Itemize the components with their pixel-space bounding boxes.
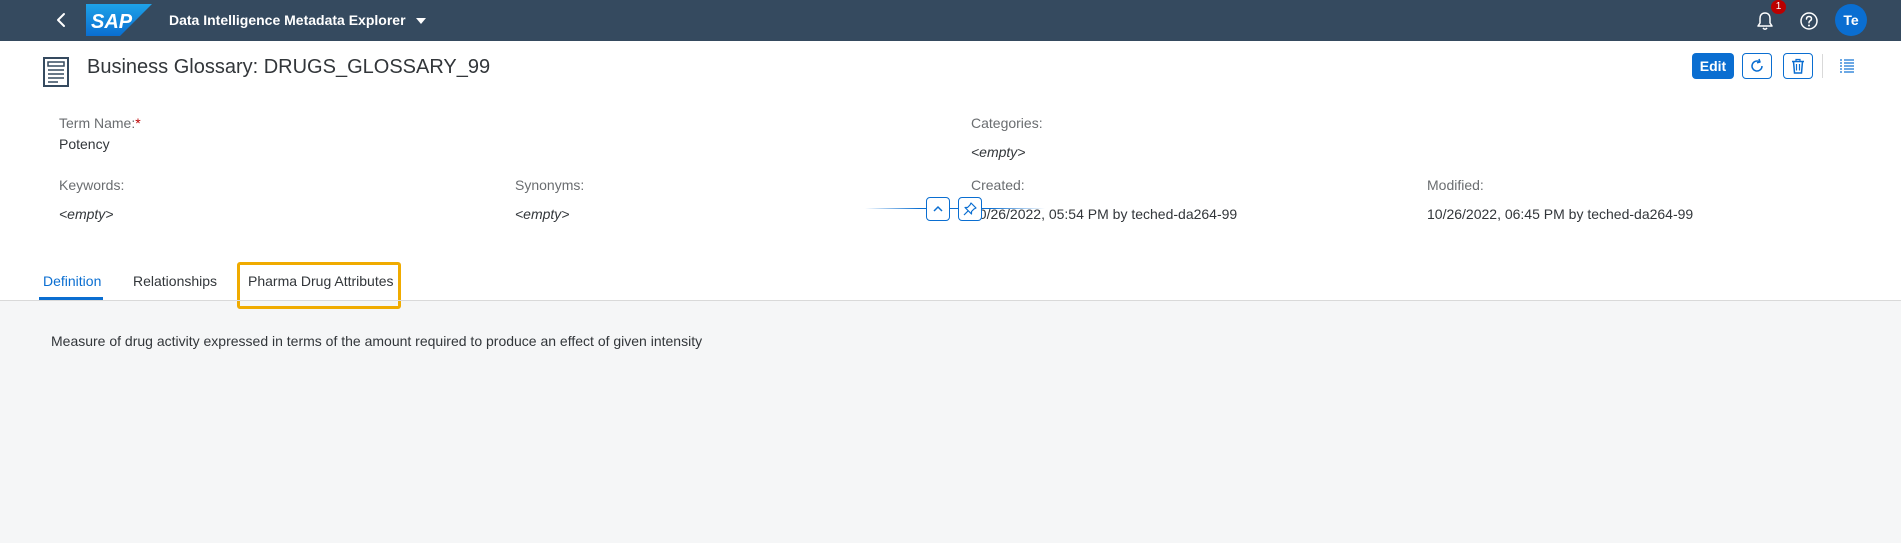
pin-header-icon[interactable] xyxy=(958,197,982,221)
definition-text: Measure of drug activity expressed in te… xyxy=(51,333,703,349)
shell-bar: SAP Data Intelligence Metadata Explorer … xyxy=(0,0,1901,41)
keywords-value: <empty> xyxy=(59,206,114,222)
app-title[interactable]: Data Intelligence Metadata Explorer xyxy=(169,12,406,28)
tabbar-border xyxy=(0,300,1901,301)
chevron-down-icon[interactable] xyxy=(413,13,429,29)
keywords-label: Keywords: xyxy=(59,177,125,193)
toolbar-separator xyxy=(1822,54,1823,78)
help-icon[interactable] xyxy=(1797,9,1821,33)
page-title: Business Glossary: DRUGS_GLOSSARY_99 xyxy=(87,56,491,78)
refresh-icon[interactable] xyxy=(1742,53,1772,79)
term-name-value: Potency xyxy=(59,136,110,152)
user-avatar[interactable]: Te xyxy=(1835,4,1867,36)
term-name-label-text: Term Name: xyxy=(59,115,136,131)
synonyms-label: Synonyms: xyxy=(515,177,585,193)
tab-pharma-drug-attributes[interactable]: Pharma Drug Attributes xyxy=(248,273,394,289)
tab-relationships[interactable]: Relationships xyxy=(133,273,217,289)
delete-icon[interactable] xyxy=(1783,53,1813,79)
term-name-label: Term Name:* xyxy=(59,115,141,131)
required-indicator: * xyxy=(135,115,141,131)
list-icon[interactable] xyxy=(1832,54,1862,78)
modified-value: 10/26/2022, 06:45 PM by teched-da264-99 xyxy=(1427,206,1694,222)
categories-value: <empty> xyxy=(971,144,1026,160)
sap-logo[interactable]: SAP xyxy=(86,4,152,36)
synonyms-value: <empty> xyxy=(515,206,570,222)
back-icon[interactable] xyxy=(50,9,72,31)
glossary-document-icon xyxy=(42,56,72,88)
created-label: Created: xyxy=(971,177,1025,193)
header-divider xyxy=(865,208,1045,209)
notification-badge: 1 xyxy=(1771,0,1786,14)
sap-logo-text: SAP xyxy=(91,11,133,33)
collapse-header-icon[interactable] xyxy=(926,197,950,221)
object-header: Business Glossary: DRUGS_GLOSSARY_99 Edi… xyxy=(0,41,1901,301)
modified-label: Modified: xyxy=(1427,177,1484,193)
edit-button[interactable]: Edit xyxy=(1692,53,1734,79)
categories-label: Categories: xyxy=(971,115,1043,131)
tab-definition[interactable]: Definition xyxy=(43,273,101,289)
